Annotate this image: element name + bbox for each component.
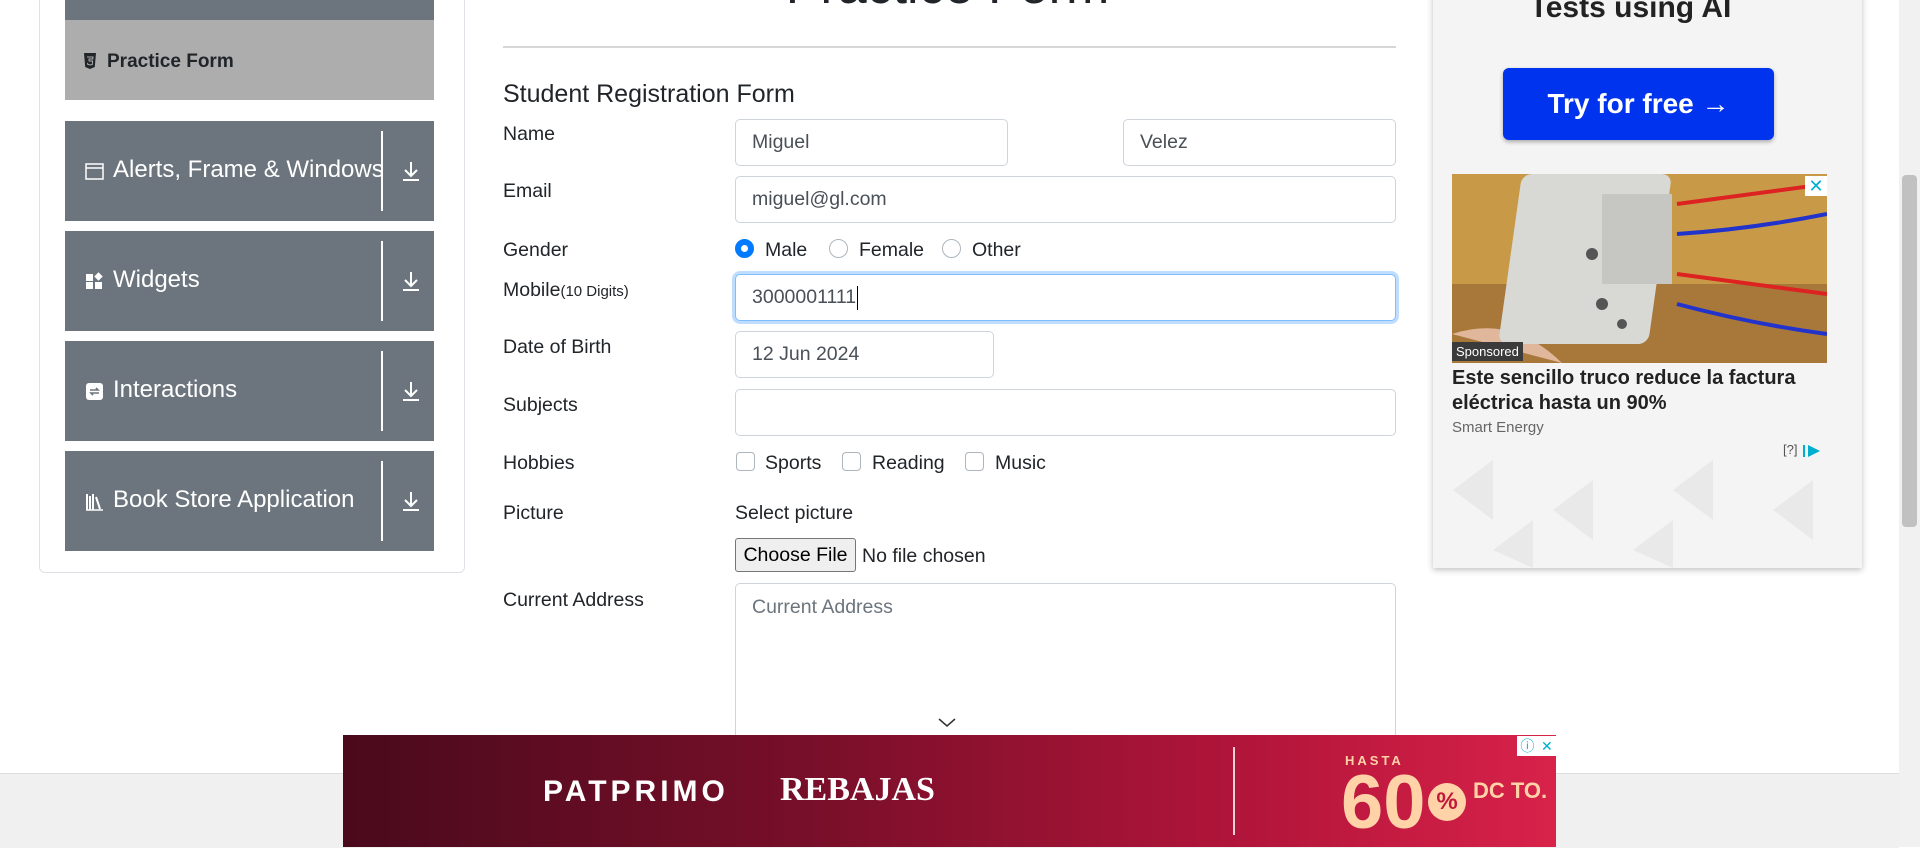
email-label: Email — [503, 180, 552, 202]
ad-headline: Tests using AI — [1529, 0, 1732, 24]
download-icon[interactable] — [400, 489, 422, 513]
sidebar-group-label: Interactions — [113, 376, 238, 403]
mobile-label: Mobile(10 Digits) — [503, 279, 629, 301]
chevron-down-icon[interactable] — [938, 718, 956, 728]
adchoices-icon[interactable] — [1801, 444, 1823, 458]
close-icon[interactable]: ✕ — [1541, 738, 1553, 755]
ad-info[interactable]: [?] — [1783, 442, 1823, 458]
sidebar-group-book-store[interactable]: Book Store Application — [65, 451, 434, 551]
subjects-label: Subjects — [503, 394, 578, 416]
books-icon — [86, 494, 103, 511]
ad-source[interactable]: Smart Energy — [1452, 419, 1544, 436]
name-label: Name — [503, 123, 556, 145]
ad-percent: % — [1428, 783, 1466, 821]
ad-dcto: DC TO. — [1473, 778, 1548, 803]
title-divider — [503, 46, 1396, 48]
ad-sale-text: REBAJAS — [780, 771, 935, 808]
gender-other-radio[interactable] — [942, 239, 961, 258]
last-name-input[interactable]: Velez — [1123, 119, 1396, 166]
sidebar-item-practice-form[interactable]: Practice Form — [65, 20, 434, 100]
download-icon[interactable] — [400, 159, 422, 183]
email-input[interactable]: miguel@gl.com — [735, 176, 1396, 223]
select-picture-label: Select picture — [735, 502, 854, 524]
sidebar-group-elements[interactable] — [65, 0, 434, 20]
interactions-icon — [86, 383, 103, 400]
gender-male-label[interactable]: Male — [765, 239, 807, 262]
hobby-sports-checkbox[interactable] — [736, 452, 755, 471]
file-status: No file chosen — [862, 545, 986, 567]
sponsored-badge: Sponsored — [1452, 342, 1523, 361]
info-icon[interactable]: ⓘ — [1520, 736, 1534, 756]
choose-file-button[interactable]: Choose File — [735, 538, 856, 572]
widgets-icon — [86, 272, 103, 289]
group-divider — [381, 131, 383, 211]
current-address-textarea[interactable]: Current Address — [735, 583, 1396, 743]
hobby-reading-label[interactable]: Reading — [872, 452, 945, 475]
hobby-sports-label[interactable]: Sports — [765, 452, 821, 475]
ad-info-label[interactable]: [?] — [1783, 442, 1797, 457]
mobile-hint: (10 Digits) — [560, 283, 629, 300]
date-of-birth-input[interactable]: 12 Jun 2024 — [735, 331, 994, 378]
gender-female-radio[interactable] — [829, 239, 848, 258]
subjects-input[interactable] — [735, 389, 1396, 436]
sidebar-item-label: Practice Form — [107, 51, 234, 72]
sidebar-group-label: Book Store Application — [113, 486, 355, 513]
first-name-input[interactable]: Miguel — [735, 119, 1008, 166]
bottom-ad-banner[interactable]: PATPRIMO REBAJAS HASTA 60 % DC TO. — [343, 735, 1556, 847]
gender-female-label[interactable]: Female — [859, 239, 924, 262]
text-caret — [857, 285, 859, 310]
ad-close-icon[interactable]: ✕ — [1805, 176, 1827, 196]
gender-label: Gender — [503, 239, 569, 261]
gender-male-radio[interactable] — [735, 239, 754, 258]
sidebar-group-alerts[interactable]: Alerts, Frame & Windows — [65, 121, 434, 221]
form-title: Student Registration Form — [503, 80, 795, 108]
sidebar-group-widgets[interactable]: Widgets — [65, 231, 434, 331]
hobby-reading-checkbox[interactable] — [842, 452, 861, 471]
picture-label: Picture — [503, 502, 564, 524]
group-divider — [381, 461, 383, 541]
ad-text[interactable]: Este sencillo truco reduce la factura el… — [1452, 366, 1827, 416]
ad-divider — [1233, 747, 1235, 835]
download-icon[interactable] — [400, 379, 422, 403]
ad-image[interactable] — [1452, 174, 1827, 363]
scrollbar-thumb[interactable] — [1902, 175, 1917, 527]
sidebar-group-label: Alerts, Frame & Windows — [113, 156, 384, 183]
html5-icon — [84, 53, 96, 69]
group-divider — [381, 241, 383, 321]
sidebar-group-interactions[interactable]: Interactions — [65, 341, 434, 441]
try-for-free-button[interactable]: Try for free → — [1503, 68, 1774, 140]
gender-other-label[interactable]: Other — [972, 239, 1021, 262]
group-divider — [381, 351, 383, 431]
bottom-ad-controls[interactable]: ⓘ ✕ — [1517, 736, 1556, 756]
address-label: Current Address — [503, 589, 644, 611]
ad-brand: PATPRIMO — [543, 775, 729, 808]
page-title: Practice Form — [500, 0, 1395, 16]
sidebar-group-label: Widgets — [113, 266, 200, 293]
hobbies-label: Hobbies — [503, 452, 575, 474]
download-icon[interactable] — [400, 269, 422, 293]
ad-discount: 60 — [1341, 760, 1426, 845]
hobby-music-checkbox[interactable] — [965, 452, 984, 471]
circuit-breaker-image — [1452, 174, 1827, 363]
dob-label: Date of Birth — [503, 336, 612, 358]
mobile-input[interactable]: 3000001111 — [735, 274, 1396, 321]
window-icon — [85, 163, 104, 180]
hobby-music-label[interactable]: Music — [995, 452, 1046, 475]
